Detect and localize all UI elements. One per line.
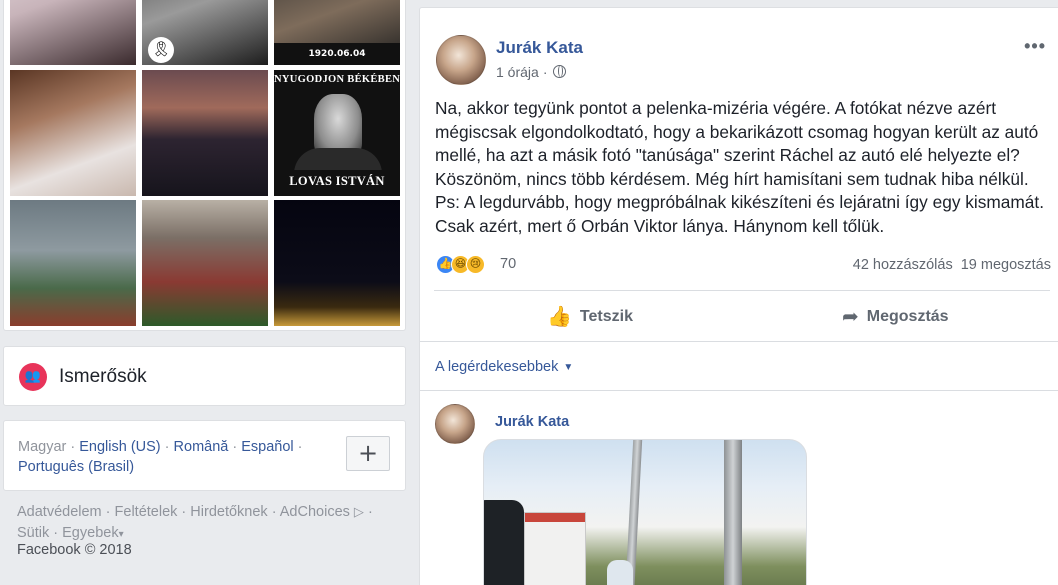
memorial-heading: NYUGODJON BÉKÉBEN [274, 74, 400, 85]
share-button[interactable]: ➦ Megosztás [842, 298, 949, 334]
globe-icon[interactable] [553, 65, 567, 78]
footer-link-cookies[interactable]: Sütik [17, 525, 49, 541]
memorial-name: LOVAS ISTVÁN [274, 170, 400, 192]
shares-count-link[interactable]: 19 megosztás [961, 257, 1051, 273]
photo-tile-4[interactable] [10, 70, 136, 196]
photo-tile-2[interactable]: 🎗 [142, 0, 268, 65]
footer-link-terms[interactable]: Feltételek [115, 504, 178, 520]
photo-pole [724, 440, 742, 585]
post-text: Na, akkor tegyünk pontot a pelenka-mizér… [435, 98, 1045, 236]
footer-links: Adatvédelem · Feltételek · Hirdetőknek ·… [17, 504, 373, 541]
author-avatar[interactable] [436, 35, 486, 85]
language-list: Magyar · English (US) · Română · Español… [18, 439, 303, 475]
divider [420, 390, 1058, 391]
comment-author-name[interactable]: Jurák Kata [495, 414, 569, 430]
language-current: Magyar [18, 439, 67, 455]
language-link-espanol[interactable]: Español [241, 439, 293, 455]
chevron-down-icon: ▾ [118, 529, 124, 540]
comments-count-link[interactable]: 42 hozzászólás [853, 257, 953, 273]
photo-tile-7[interactable] [10, 200, 136, 326]
caret-down-icon: ▼ [563, 362, 574, 373]
language-link-portugues[interactable]: Português (Brasil) [18, 459, 134, 475]
photo-tile-1[interactable] [10, 0, 136, 65]
photo-tile-3[interactable]: 🎗 1920.06.04 [274, 0, 400, 65]
like-button[interactable]: 👍 Tetszik [547, 298, 633, 334]
footer-copyright: Facebook © 2018 [17, 542, 132, 558]
post-author-name[interactable]: Jurák Kata [496, 38, 583, 58]
footer-link-adchoices[interactable]: AdChoices [280, 504, 350, 520]
footer-link-advertising[interactable]: Hirdetőknek [190, 504, 267, 520]
more-options-icon[interactable]: ••• [1024, 36, 1046, 57]
post-stats: 42 hozzászólás 19 megosztás [853, 257, 1051, 273]
mourning-ribbon-icon: 🎗 [148, 37, 174, 63]
comment-photo[interactable] [483, 439, 807, 585]
adchoices-icon: ▷ [353, 505, 364, 520]
add-language-button[interactable]: + [346, 436, 390, 471]
photo-tile-6[interactable]: NYUGODJON BÉKÉBEN LOVAS ISTVÁN [274, 70, 400, 196]
divider [434, 290, 1050, 291]
sad-reaction-icon: 😢 [466, 255, 485, 274]
divider [420, 341, 1058, 342]
reaction-count: 70 [500, 256, 517, 272]
photos-grid-card: 🎗 🎗 1920.06.04 NYUGODJON BÉKÉBEN LOVAS I… [3, 0, 406, 331]
thumbs-up-icon: 👍 [547, 304, 572, 328]
comment-author-avatar[interactable] [435, 404, 475, 444]
photo-person [607, 560, 633, 585]
friends-label: Ismerősök [59, 366, 147, 387]
language-selector-card: Magyar · English (US) · Română · Español… [3, 420, 406, 491]
photo-tile-9[interactable] [274, 200, 400, 326]
post-timestamp[interactable]: 1 órája [496, 64, 539, 80]
post-card: Jurák Kata 1 órája · ••• Na, akkor tegyün… [419, 7, 1058, 585]
footer-link-privacy[interactable]: Adatvédelem [17, 504, 102, 520]
photo-tile-8[interactable] [142, 200, 268, 326]
photo-tile-5[interactable] [142, 70, 268, 196]
language-link-romana[interactable]: Română [174, 439, 229, 455]
post-timestamp-row: 1 órája · [496, 64, 567, 80]
comment-sort-dropdown[interactable]: A legérdekesebbek ▼ [435, 359, 573, 375]
friends-icon: 👥 [19, 363, 47, 391]
photo-truck [524, 512, 586, 585]
friends-card[interactable]: 👥 Ismerősök [3, 346, 406, 406]
memorial-portrait [314, 94, 362, 156]
language-link-english[interactable]: English (US) [79, 439, 160, 455]
photo-car [484, 500, 524, 585]
footer-link-more[interactable]: Egyebek [62, 525, 118, 541]
photo-date-caption: 1920.06.04 [274, 43, 400, 65]
share-arrow-icon: ➦ [842, 304, 859, 328]
